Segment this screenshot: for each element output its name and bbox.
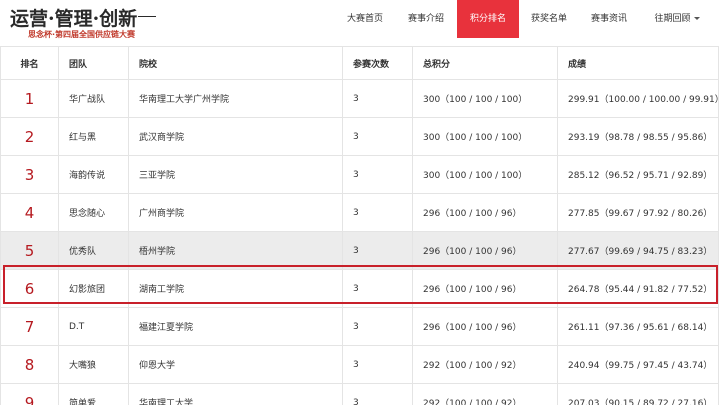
- cell-total: 296（100 / 100 / 96）: [412, 193, 558, 232]
- logo-title: 运营·管理·创新: [10, 8, 138, 30]
- cell-times: 3: [342, 269, 413, 308]
- cell-rank: 8: [0, 345, 59, 384]
- cell-school: 华南理工大学: [128, 383, 343, 405]
- cell-score: 285.12（96.52 / 95.71 / 92.89）: [557, 155, 719, 194]
- ranking-table: 排名 团队 院校 参赛次数 总积分 成绩 1 华广战队 华南理工大学广州学院 3 300…: [0, 46, 719, 405]
- nav-label: 赛事资讯: [590, 14, 627, 24]
- nav-item-news[interactable]: 赛事资讯: [579, 0, 639, 38]
- cell-rank: 3: [0, 155, 59, 194]
- nav-item-review[interactable]: 往期回顾: [639, 0, 715, 38]
- table-row: 8 大嘴狼 仰恩大学 3 292（100 / 100 / 92） 240.94（99.75…: [0, 345, 719, 384]
- cell-score: 261.11（97.36 / 95.61 / 68.14）: [557, 307, 719, 346]
- header-team: 团队: [58, 46, 129, 80]
- cell-total: 296（100 / 100 / 96）: [412, 307, 558, 346]
- cell-score: 264.78（95.44 / 91.82 / 77.52）: [557, 269, 719, 308]
- chevron-down-icon: [693, 17, 700, 20]
- cell-times: 3: [342, 345, 413, 384]
- header-times: 参赛次数: [342, 46, 413, 80]
- cell-rank: 4: [0, 193, 59, 232]
- cell-team: 红与黑: [58, 117, 129, 156]
- cell-score: 240.94（99.75 / 97.45 / 43.74）: [557, 345, 719, 384]
- cell-school: 梧州学院: [128, 231, 343, 270]
- cell-rank: 9: [0, 383, 59, 405]
- cell-total: 296（100 / 100 / 96）: [412, 269, 558, 308]
- cell-total: 296（100 / 100 / 96）: [412, 231, 558, 270]
- logo-decoration-line: [138, 16, 156, 17]
- header-score: 成绩: [557, 46, 719, 80]
- cell-total: 300（100 / 100 / 100）: [412, 155, 558, 194]
- cell-times: 3: [342, 231, 413, 270]
- cell-times: 3: [342, 155, 413, 194]
- cell-total: 292（100 / 100 / 92）: [412, 383, 558, 405]
- cell-times: 3: [342, 193, 413, 232]
- cell-team: 幻影旅团: [58, 269, 129, 308]
- cell-team: 优秀队: [58, 231, 129, 270]
- cell-times: 3: [342, 383, 413, 405]
- cell-times: 3: [342, 307, 413, 346]
- cell-team: 思念随心: [58, 193, 129, 232]
- cell-times: 3: [342, 117, 413, 156]
- cell-rank: 5: [0, 231, 59, 270]
- header-total: 总积分: [412, 46, 558, 80]
- site-logo[interactable]: 运营·管理·创新 思念杯·第四届全国供应链大赛: [10, 4, 160, 42]
- cell-school: 三亚学院: [128, 155, 343, 194]
- logo-subtitle: 思念杯·第四届全国供应链大赛: [28, 30, 136, 39]
- table-row: 5 优秀队 梧州学院 3 296（100 / 100 / 96） 277.67（99.69…: [0, 231, 719, 270]
- cell-score: 277.67（99.69 / 94.75 / 83.23）: [557, 231, 719, 270]
- cell-score: 277.85（99.67 / 97.92 / 80.26）: [557, 193, 719, 232]
- cell-school: 湖南工学院: [128, 269, 343, 308]
- table-row: 3 海韵传说 三亚学院 3 300（100 / 100 / 100） 285.12（96.…: [0, 155, 719, 194]
- cell-school: 福建江夏学院: [128, 307, 343, 346]
- table-row: 9 简单爱 华南理工大学 3 292（100 / 100 / 92） 207.03（90.…: [0, 383, 719, 405]
- table-row: 6 幻影旅团 湖南工学院 3 296（100 / 100 / 96） 264.78（95.…: [0, 269, 719, 308]
- nav-label: 积分排名: [469, 14, 506, 24]
- header-school: 院校: [128, 46, 343, 80]
- cell-school: 仰恩大学: [128, 345, 343, 384]
- table-header-row: 排名 团队 院校 参赛次数 总积分 成绩: [0, 46, 719, 80]
- cell-total: 300（100 / 100 / 100）: [412, 79, 558, 118]
- cell-rank: 1: [0, 79, 59, 118]
- cell-times: 3: [342, 79, 413, 118]
- cell-rank: 6: [0, 269, 59, 308]
- cell-team: 简单爱: [58, 383, 129, 405]
- nav-label: 赛事介绍: [407, 14, 444, 24]
- nav-item-intro[interactable]: 赛事介绍: [395, 0, 457, 38]
- table-row: 2 红与黑 武汉商学院 3 300（100 / 100 / 100） 293.19（98.…: [0, 117, 719, 156]
- cell-team: 大嘴狼: [58, 345, 129, 384]
- nav-label: 往期回顾: [654, 14, 691, 24]
- cell-team: 海韵传说: [58, 155, 129, 194]
- header-rank: 排名: [0, 46, 59, 80]
- cell-total: 300（100 / 100 / 100）: [412, 117, 558, 156]
- cell-score: 299.91（100.00 / 100.00 / 99.91）: [557, 79, 719, 118]
- cell-rank: 7: [0, 307, 59, 346]
- nav-label: 大赛首页: [346, 14, 383, 24]
- cell-team: 华广战队: [58, 79, 129, 118]
- cell-score: 293.19（98.78 / 98.55 / 95.86）: [557, 117, 719, 156]
- ranking-table-container: 排名 团队 院校 参赛次数 总积分 成绩 1 华广战队 华南理工大学广州学院 3 300…: [0, 46, 720, 405]
- nav-item-home[interactable]: 大赛首页: [335, 0, 395, 38]
- table-row: 1 华广战队 华南理工大学广州学院 3 300（100 / 100 / 100） 299.…: [0, 79, 719, 118]
- nav-item-winners[interactable]: 获奖名单: [519, 0, 579, 38]
- cell-total: 292（100 / 100 / 92）: [412, 345, 558, 384]
- table-row: 4 思念随心 广州商学院 3 296（100 / 100 / 96） 277.85（99.…: [0, 193, 719, 232]
- table-row: 7 D.T 福建江夏学院 3 296（100 / 100 / 96） 261.11（97.…: [0, 307, 719, 346]
- cell-school: 华南理工大学广州学院: [128, 79, 343, 118]
- cell-school: 广州商学院: [128, 193, 343, 232]
- site-header: 运营·管理·创新 思念杯·第四届全国供应链大赛 大赛首页 赛事介绍 积分排名 获…: [0, 0, 720, 46]
- main-nav: 大赛首页 赛事介绍 积分排名 获奖名单 赛事资讯 往期回顾: [335, 0, 715, 38]
- nav-item-ranking[interactable]: 积分排名: [457, 0, 519, 38]
- cell-team: D.T: [58, 307, 129, 346]
- cell-score: 207.03（90.15 / 89.72 / 27.16）: [557, 383, 719, 405]
- cell-school: 武汉商学院: [128, 117, 343, 156]
- nav-label: 获奖名单: [530, 14, 567, 24]
- cell-rank: 2: [0, 117, 59, 156]
